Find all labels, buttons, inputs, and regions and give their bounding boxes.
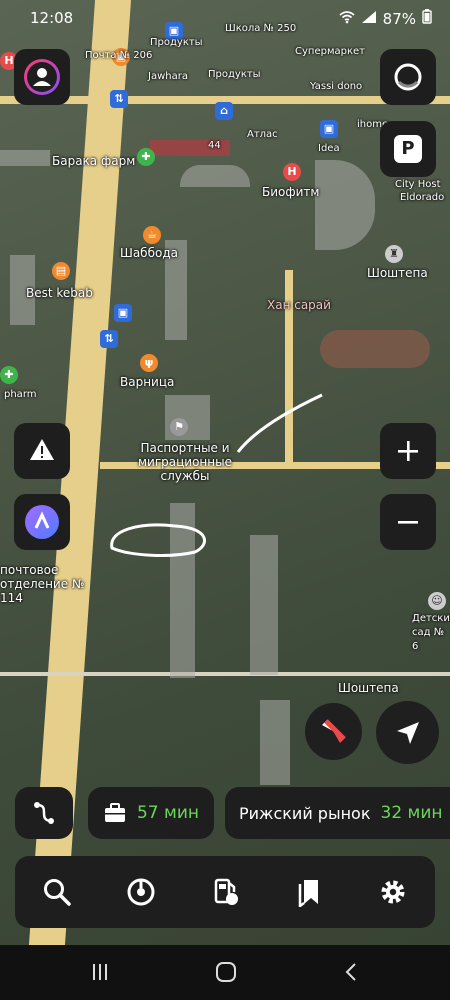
alert-icon: [30, 439, 54, 460]
wifi-icon: [339, 10, 355, 28]
zoom-out-button[interactable]: [380, 494, 436, 550]
map-label: Детский сад № 6: [412, 613, 450, 652]
map-label: Продукты: [150, 37, 203, 48]
music-icon: [127, 878, 155, 906]
map-label: Биофитм: [262, 185, 320, 199]
battery-icon: [422, 9, 432, 28]
hotel-icon[interactable]: H: [283, 163, 301, 181]
shop-icon[interactable]: ▣: [320, 120, 338, 138]
cafe-icon[interactable]: ☕: [143, 226, 161, 244]
battery-level: 87%: [382, 9, 416, 28]
transit-icon[interactable]: ⇅: [100, 330, 118, 348]
flag-icon[interactable]: ⚑: [170, 418, 188, 436]
map-label: pharm: [4, 389, 37, 400]
minus-icon: [398, 521, 418, 524]
search-button[interactable]: [35, 870, 79, 914]
work-route-time: 57 мин: [136, 803, 200, 823]
map-label: Шоштепа: [338, 681, 399, 695]
alice-icon: [25, 505, 59, 539]
map-label: Yassi dono: [310, 81, 363, 92]
system-nav-bar: [0, 945, 450, 1000]
map-label: Шоштепа: [367, 266, 428, 280]
shop-icon[interactable]: ▣: [114, 304, 132, 322]
profile-button[interactable]: [14, 49, 70, 105]
location-arrow-icon: [397, 722, 419, 744]
bookmarks-button[interactable]: [287, 870, 331, 914]
compass-icon: [322, 719, 346, 743]
layers-button[interactable]: [380, 49, 436, 105]
alice-button[interactable]: [14, 494, 70, 550]
settings-button[interactable]: [371, 870, 415, 914]
pharmacy-icon[interactable]: ✚: [0, 366, 18, 384]
map-label: Idea: [318, 143, 340, 154]
map-label: Хан сарай: [267, 298, 331, 312]
gear-icon: [381, 880, 405, 904]
restaurant-icon[interactable]: ψ: [140, 354, 158, 372]
compass-button[interactable]: [305, 703, 362, 760]
search-icon: [44, 879, 71, 906]
map-label: Барака фарм: [52, 154, 136, 168]
bookmarks-icon: [298, 880, 318, 907]
cart-icon[interactable]: ⌂: [215, 102, 233, 120]
status-bar: 12:08 87%: [0, 0, 450, 36]
map-label: 44: [208, 140, 221, 151]
map-label: Best kebab: [26, 286, 93, 300]
map-label: Паспортные и миграционные службы: [138, 441, 232, 483]
map-label: Eldorado: [400, 192, 445, 203]
back-icon[interactable]: [342, 962, 362, 982]
status-icons: 87%: [339, 9, 432, 28]
plus-icon: [398, 441, 418, 461]
profile-icon: [24, 59, 60, 95]
parking-icon: P: [394, 135, 422, 163]
destination-time: 32 мин: [380, 803, 443, 823]
destination-chip[interactable]: Рижский рынок 32 мин: [225, 787, 450, 839]
map-label: Варница: [120, 375, 175, 389]
layers-icon: [394, 63, 422, 91]
road-alert-button[interactable]: [14, 423, 70, 479]
map-label: City Host: [395, 179, 441, 190]
map-label: Продукты: [208, 69, 261, 80]
route-icon: [34, 802, 54, 824]
landmark-icon[interactable]: ♜: [385, 245, 403, 263]
map-label: Атлас: [247, 129, 278, 140]
pharmacy-icon[interactable]: ✚: [137, 148, 155, 166]
parking-button[interactable]: P: [380, 121, 436, 177]
briefcase-icon: [104, 803, 125, 822]
transit-icon[interactable]: ⇅: [110, 90, 128, 108]
zoom-in-button[interactable]: [380, 423, 436, 479]
map-label: Почта № 206: [85, 50, 153, 61]
routes-button[interactable]: [15, 787, 73, 839]
fuel-icon: [214, 878, 238, 905]
playground-icon[interactable]: ☺: [428, 592, 446, 610]
home-icon[interactable]: [215, 961, 237, 983]
destination-name: Рижский рынок: [239, 803, 371, 823]
map-label: почтовое отделение № 114: [0, 563, 85, 605]
status-time: 12:08: [30, 9, 74, 27]
music-button[interactable]: [119, 870, 163, 914]
signal-icon: [361, 10, 377, 28]
map-label: Jawhara: [148, 71, 188, 82]
recent-apps-icon[interactable]: [90, 962, 110, 982]
map-label: Супермаркет: [295, 46, 365, 57]
locate-button[interactable]: [376, 701, 439, 764]
work-route-chip[interactable]: 57 мин: [88, 787, 214, 839]
map-label: Шаббода: [120, 246, 178, 260]
bottom-toolbar: [15, 856, 435, 928]
food-icon[interactable]: ▤: [52, 262, 70, 280]
fuel-button[interactable]: [203, 870, 247, 914]
